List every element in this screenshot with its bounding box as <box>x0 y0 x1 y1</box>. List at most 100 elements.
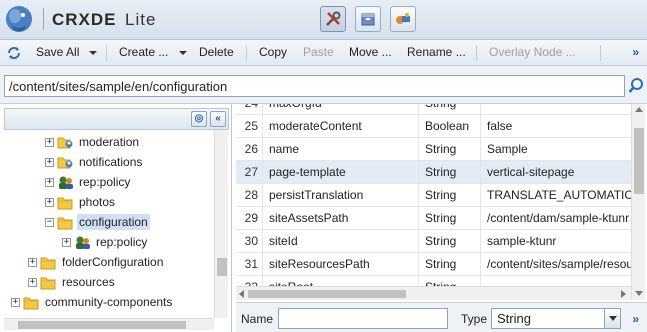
path-bar <box>0 66 647 104</box>
property-row[interactable]: 26 name String Sample <box>236 138 631 161</box>
tree-node-label: resources <box>62 275 115 289</box>
property-type: String <box>418 184 480 206</box>
tree-node[interactable]: + notifications <box>45 152 144 172</box>
rename-button[interactable]: Rename ... <box>407 45 466 59</box>
package-icon <box>361 13 375 26</box>
copy-button[interactable]: Copy <box>259 45 287 59</box>
tree-node-label: photos <box>79 195 116 209</box>
property-value: Sample <box>480 138 631 160</box>
tree-node-label: rep:policy <box>79 175 131 189</box>
delete-button[interactable]: Delete <box>199 45 234 59</box>
property-type-select[interactable]: String <box>491 308 621 329</box>
expand-node-icon[interactable]: + <box>28 257 37 267</box>
property-name-input[interactable] <box>278 308 448 329</box>
property-type-value: String <box>497 311 531 326</box>
property-index: 29 <box>244 211 258 225</box>
property-name: moderateContent <box>262 115 418 137</box>
property-value: /content/sites/sample/resou <box>480 253 631 275</box>
tree-node[interactable]: + rep:policy <box>45 172 132 192</box>
search-icon[interactable] <box>628 77 644 95</box>
property-row[interactable]: 30 siteId String sample-ktunr <box>236 230 631 253</box>
property-name: siteResourcesPath <box>262 253 418 275</box>
property-row[interactable]: 32siteRootString <box>236 276 631 286</box>
form-overflow-button[interactable]: » <box>632 312 639 326</box>
expand-node-icon[interactable]: + <box>45 177 54 187</box>
tree-node[interactable]: + photos <box>45 192 117 212</box>
create-button[interactable]: Create ... <box>119 45 168 59</box>
tree-node[interactable]: + community-components <box>11 292 174 312</box>
binoculars-icon[interactable]: ◎ <box>191 111 207 127</box>
expand-node-icon[interactable]: + <box>45 157 54 167</box>
tree-node-label: community-components <box>45 295 173 309</box>
tree-node[interactable]: + folderConfiguration <box>28 252 165 272</box>
app-brand-suffix: Lite <box>125 10 157 29</box>
properties-vertical-scrollbar[interactable] <box>631 104 645 300</box>
refresh-icon[interactable] <box>6 45 22 61</box>
brand-separator <box>43 8 44 30</box>
property-type: String <box>418 161 480 183</box>
expand-node-icon[interactable]: + <box>11 297 20 307</box>
tree-node[interactable]: − configuration <box>45 212 150 232</box>
property-row[interactable]: 25 moderateContent Boolean false <box>236 115 631 138</box>
add-property-form: Name Type String » <box>236 302 647 332</box>
collapse-panel-icon[interactable]: « <box>210 111 226 127</box>
property-index: 25 <box>244 119 258 133</box>
property-index: 28 <box>244 188 258 202</box>
property-type: String <box>418 138 480 160</box>
folder-icon <box>40 277 56 289</box>
save-all-dropdown-icon[interactable] <box>89 51 97 55</box>
tree-node[interactable]: + moderation <box>45 132 141 152</box>
overlay-node-button[interactable]: Overlay Node ... <box>489 45 576 59</box>
property-row[interactable]: 31 siteResourcesPath String/content/sites/… <box>236 253 631 276</box>
repository-tree: + moderation + notifications + rep:policy + pho… <box>4 130 214 318</box>
folder-icon <box>57 197 73 209</box>
properties-horizontal-scrollbar[interactable] <box>236 286 631 300</box>
folder-icon <box>57 217 73 229</box>
collapse-node-icon[interactable]: − <box>45 217 54 227</box>
path-input[interactable] <box>4 75 625 97</box>
save-all-button[interactable]: Save All <box>36 45 79 59</box>
property-row[interactable]: 28 persistTranslation String TRANSLATE_AUTO… <box>236 184 631 207</box>
expand-node-icon[interactable]: + <box>28 277 37 287</box>
crxde-logo-icon <box>6 6 32 32</box>
property-index: 27 <box>244 165 258 179</box>
tree-vertical-scrollbar[interactable] <box>214 130 228 318</box>
expand-node-icon[interactable]: + <box>45 137 54 147</box>
property-index: 24 <box>236 104 262 110</box>
tree-header: ◎ « <box>4 108 229 130</box>
paste-button[interactable]: Paste <box>303 45 334 59</box>
folder-icon <box>23 297 39 309</box>
property-name: siteRoot <box>262 276 418 286</box>
property-row[interactable]: 24maxOrgIdString <box>236 104 631 115</box>
properties-panel: 24maxOrgIdString25moderateContentBoolean… <box>236 104 647 332</box>
toolbar-separator <box>476 45 477 61</box>
expand-node-icon[interactable]: + <box>45 197 54 207</box>
tools-icon <box>326 11 341 26</box>
property-value <box>480 104 631 114</box>
app-header: CRXDE Lite <box>0 0 647 40</box>
tree-node[interactable]: + resources <box>28 272 117 292</box>
property-name: name <box>262 138 418 160</box>
policy-icon <box>76 236 90 249</box>
tree-horizontal-scrollbar[interactable] <box>4 318 214 330</box>
group-folder-icon <box>57 157 73 168</box>
repository-tree-panel: ◎ « + moderation + notifications + rep:policy… <box>0 104 232 332</box>
property-type: String <box>418 230 480 252</box>
tree-node-label: configuration <box>77 214 150 230</box>
tools-button[interactable] <box>320 6 346 32</box>
property-row[interactable]: 27 page-template String vertical-sitepage <box>236 161 631 184</box>
property-type: String <box>418 104 480 114</box>
package-manager-button[interactable] <box>355 6 381 32</box>
property-row[interactable]: 29 siteAssetsPath String/content/dam/sampl… <box>236 207 631 230</box>
move-button[interactable]: Move ... <box>349 45 392 59</box>
console-icon <box>396 13 410 24</box>
console-button[interactable] <box>390 6 416 32</box>
expand-node-icon[interactable]: + <box>62 237 71 247</box>
properties-table: 24maxOrgIdString25moderateContentBoolean… <box>236 104 631 286</box>
toolbar-overflow-button[interactable]: » <box>632 45 639 59</box>
property-value: /content/dam/sample-ktunr <box>480 207 631 229</box>
property-value: TRANSLATE_AUTOMATIC <box>480 184 631 206</box>
tree-node[interactable]: + rep:policy <box>62 232 149 252</box>
create-dropdown-icon[interactable] <box>179 51 187 55</box>
chevron-down-icon[interactable] <box>604 309 620 328</box>
